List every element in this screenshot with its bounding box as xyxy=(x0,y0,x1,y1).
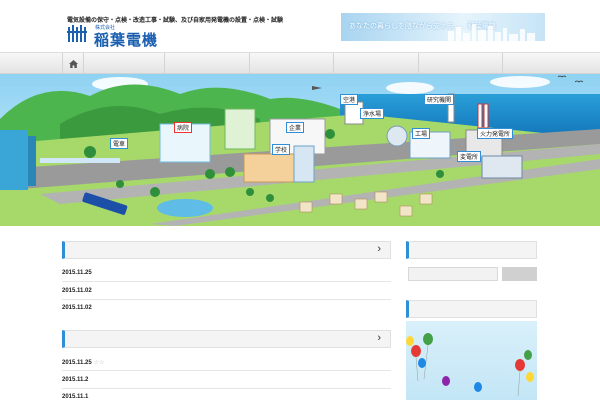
balloon-banner[interactable] xyxy=(406,321,537,400)
rating-stars: ☆☆ xyxy=(93,360,105,366)
nav-divider xyxy=(333,53,334,74)
news-section-header[interactable]: › xyxy=(62,241,391,259)
chevron-right-icon: › xyxy=(377,243,381,255)
topics-section-header[interactable]: › xyxy=(62,330,391,348)
label-thermal-plant: 火力発電所 xyxy=(477,128,514,139)
logo-company-name: 稲葉電機 xyxy=(94,31,159,49)
topic-item[interactable]: 2015.11.25 ☆☆ xyxy=(62,359,104,366)
divider xyxy=(62,370,391,371)
header-banner[interactable]: あなたの暮らしを陰ながら支える．．．稲葉電機 xyxy=(341,13,545,41)
nav-divider xyxy=(418,53,419,74)
nav-divider xyxy=(249,53,250,74)
sidebar-header xyxy=(406,300,537,318)
sidebar-header xyxy=(406,241,537,259)
main-nav xyxy=(0,52,600,74)
nav-home-button[interactable] xyxy=(62,53,84,74)
label-research: 研究機関 xyxy=(424,94,455,105)
balloons-illustration xyxy=(406,333,534,397)
news-date[interactable]: 2015.11.02 xyxy=(62,288,92,294)
home-icon xyxy=(68,59,78,68)
logo-mark-icon xyxy=(67,25,87,42)
nav-divider xyxy=(502,53,503,74)
topic-date[interactable]: 2015.11.1 xyxy=(62,394,88,400)
divider xyxy=(62,299,391,300)
hero-city-illustration: 病院 企業 学校 電車 空港 浄水場 研究機関 工場 火力発電所 変電所 xyxy=(0,74,600,226)
label-airport: 空港 xyxy=(340,94,359,105)
search-input[interactable] xyxy=(408,267,498,281)
news-date[interactable]: 2015.11.02 xyxy=(62,305,92,311)
label-train: 電車 xyxy=(110,138,129,149)
site-header: 電気設備の保守・点検・改造工事・試験、及び自家用発電機の設置・点検・試験 株式会… xyxy=(0,0,600,52)
label-factory: 工場 xyxy=(412,128,431,139)
divider xyxy=(62,281,391,282)
topic-date[interactable]: 2015.11.2 xyxy=(62,377,88,383)
search-button[interactable] xyxy=(502,267,537,281)
chevron-right-icon: › xyxy=(377,332,381,344)
site-logo[interactable]: 株式会社 稲葉電機 xyxy=(67,23,167,49)
nav-divider xyxy=(164,53,165,74)
city-skyline-icon xyxy=(448,24,535,41)
label-water-plant: 浄水場 xyxy=(360,108,385,119)
label-hospital: 病院 xyxy=(174,122,193,133)
label-substation: 変電所 xyxy=(457,151,482,162)
news-date[interactable]: 2015.11.25 xyxy=(62,270,92,276)
divider xyxy=(62,388,391,389)
label-company: 企業 xyxy=(286,122,305,133)
label-school: 学校 xyxy=(272,144,291,155)
topic-date: 2015.11.25 xyxy=(62,360,92,366)
city-illustration xyxy=(0,74,600,226)
